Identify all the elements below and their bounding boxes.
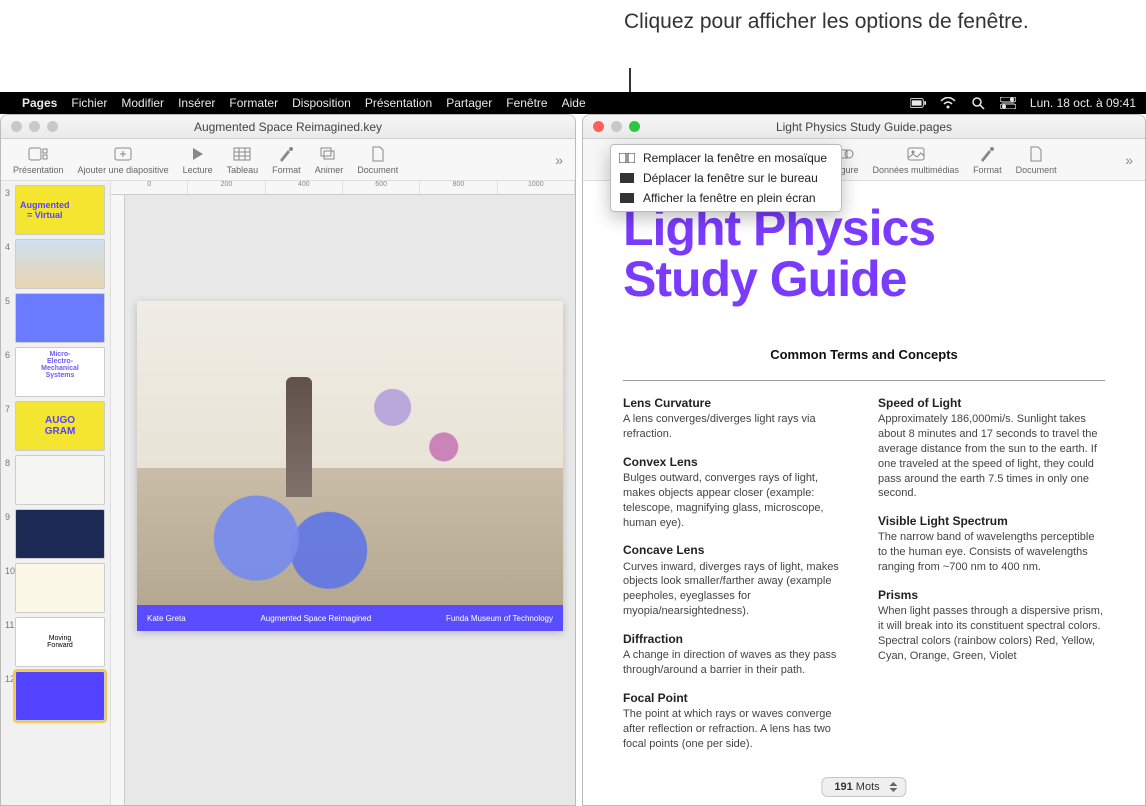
spotlight-icon[interactable]	[970, 96, 986, 110]
tb-add-slide[interactable]: Ajouter une diapositive	[72, 145, 175, 175]
menubar: Pages Fichier Modifier Insérer Formater …	[0, 92, 1146, 114]
tb-format[interactable]: Format	[266, 145, 307, 175]
menu-move-label: Déplacer la fenêtre sur le bureau	[643, 171, 818, 185]
slide-thumbnail[interactable]: Augmented= Virtual	[15, 185, 105, 235]
fullscreen-button[interactable]	[629, 121, 640, 132]
control-center-icon[interactable]	[1000, 96, 1016, 110]
tb-play[interactable]: Lecture	[177, 145, 219, 175]
toolbar-more-icon[interactable]: »	[549, 152, 569, 168]
slide-thumbnail[interactable]: AUGOGRAM	[15, 401, 105, 451]
slide-thumbnail[interactable]: MovingForward	[15, 617, 105, 667]
slide-footer: Kate Greta Augmented Space Reimagined Fu…	[137, 605, 563, 631]
slide-thumbnail[interactable]	[15, 563, 105, 613]
tb-presentation[interactable]: Présentation	[7, 145, 70, 175]
slide-image	[137, 301, 563, 605]
keynote-title: Augmented Space Reimagined.key	[1, 120, 575, 134]
term: Convex LensBulges outward, converges ray…	[623, 454, 850, 531]
menu-fullscreen-label: Afficher la fenêtre en plein écran	[643, 191, 816, 205]
keynote-titlebar[interactable]: Augmented Space Reimagined.key	[1, 115, 575, 139]
slide-thumbnail[interactable]	[15, 239, 105, 289]
slide-thumbnails[interactable]: 3Augmented= Virtual456Micro-Electro-Mech…	[1, 181, 111, 805]
current-slide[interactable]: Kate Greta Augmented Space Reimagined Fu…	[137, 301, 563, 631]
column-2: Speed of LightApproximately 186,000mi/s.…	[878, 395, 1105, 764]
menu-fullscreen[interactable]: Afficher la fenêtre en plein écran	[611, 188, 841, 208]
tb-document[interactable]: Document	[351, 145, 404, 175]
menu-formater[interactable]: Formater	[229, 96, 278, 110]
doc-subtitle: Common Terms and Concepts	[623, 347, 1105, 362]
menu-presentation[interactable]: Présentation	[365, 96, 432, 110]
menubar-datetime[interactable]: Lun. 18 oct. à 09:41	[1030, 96, 1136, 110]
slide-footer-center: Augmented Space Reimagined	[260, 614, 371, 623]
wifi-icon[interactable]	[940, 96, 956, 110]
column-1: Lens CurvatureA lens converges/diverges …	[623, 395, 850, 764]
ruler-vertical	[111, 195, 125, 805]
document-body[interactable]: Light PhysicsStudy Guide Common Terms an…	[583, 181, 1145, 805]
menu-partager[interactable]: Partager	[446, 96, 492, 110]
slide-thumbnail[interactable]	[15, 671, 105, 721]
tb-document[interactable]: Document	[1010, 145, 1063, 175]
menu-inserer[interactable]: Insérer	[178, 96, 215, 110]
menu-fichier[interactable]: Fichier	[71, 96, 107, 110]
close-button[interactable]	[11, 121, 22, 132]
menu-tile-window[interactable]: Remplacer la fenêtre en mosaïque	[611, 148, 841, 168]
term: Speed of LightApproximately 186,000mi/s.…	[878, 395, 1105, 501]
term: Visible Light SpectrumThe narrow band of…	[878, 513, 1105, 575]
toolbar-more-icon[interactable]: »	[1119, 152, 1139, 168]
menu-move-desktop[interactable]: Déplacer la fenêtre sur le bureau	[611, 168, 841, 188]
pages-title: Light Physics Study Guide.pages	[583, 120, 1145, 134]
callout-text: Cliquez pour afficher les options de fen…	[624, 8, 1029, 35]
tile-icon	[619, 152, 635, 164]
fullscreen-icon	[619, 192, 635, 204]
tb-media[interactable]: Données multimédias	[867, 145, 966, 175]
keynote-toolbar: Présentation Ajouter une diapositive Lec…	[1, 139, 575, 181]
minimize-button[interactable]	[611, 121, 622, 132]
pages-window: Light Physics Study Guide.pages Txte Fig…	[582, 114, 1146, 806]
battery-icon[interactable]	[910, 96, 926, 110]
slide-canvas[interactable]: 02004006008001000 Kate Greta Augmented S…	[111, 181, 575, 805]
menu-modifier[interactable]: Modifier	[121, 96, 164, 110]
tb-format[interactable]: Format	[967, 145, 1008, 175]
slide-thumbnail[interactable]	[15, 509, 105, 559]
word-count[interactable]: 191 Mots	[821, 777, 906, 797]
keynote-window: Augmented Space Reimagined.key Présentat…	[0, 114, 576, 806]
tb-table[interactable]: Tableau	[221, 145, 265, 175]
slide-footer-left: Kate Greta	[147, 614, 186, 623]
tb-animate[interactable]: Animer	[309, 145, 350, 175]
menu-aide[interactable]: Aide	[562, 96, 586, 110]
slide-footer-right: Funda Museum of Technology	[446, 614, 553, 623]
menu-disposition[interactable]: Disposition	[292, 96, 351, 110]
slide-thumbnail[interactable]: Micro-Electro-MechanicalSystems	[15, 347, 105, 397]
term: Focal PointThe point at which rays or wa…	[623, 690, 850, 752]
term: Lens CurvatureA lens converges/diverges …	[623, 395, 850, 442]
menu-tile-label: Remplacer la fenêtre en mosaïque	[643, 151, 827, 165]
ruler-horizontal: 02004006008001000	[111, 181, 575, 195]
term: Concave LensCurves inward, diverges rays…	[623, 542, 850, 619]
doc-h1: Light PhysicsStudy Guide	[623, 203, 1105, 305]
menu-fenetre[interactable]: Fenêtre	[506, 96, 547, 110]
doc-rule	[623, 380, 1105, 381]
term: PrismsWhen light passes through a disper…	[878, 587, 1105, 664]
term: DiffractionA change in direction of wave…	[623, 631, 850, 678]
slide-thumbnail[interactable]	[15, 293, 105, 343]
minimize-button[interactable]	[29, 121, 40, 132]
menubar-app[interactable]: Pages	[22, 96, 57, 110]
slide-thumbnail[interactable]	[15, 455, 105, 505]
pages-titlebar[interactable]: Light Physics Study Guide.pages	[583, 115, 1145, 139]
close-button[interactable]	[593, 121, 604, 132]
window-options-menu: Remplacer la fenêtre en mosaïque Déplace…	[610, 144, 842, 212]
desktop-icon	[619, 172, 635, 184]
fullscreen-button[interactable]	[47, 121, 58, 132]
